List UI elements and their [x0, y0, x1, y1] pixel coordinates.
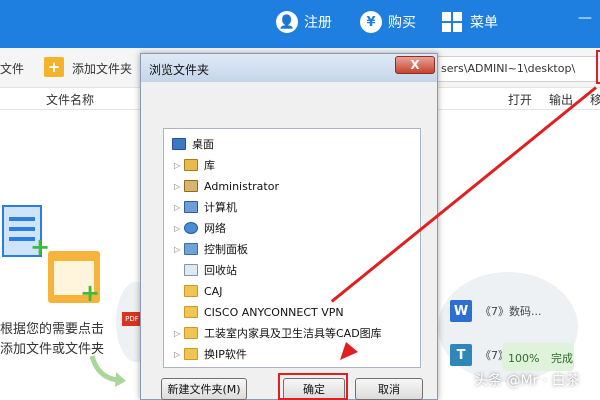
progress-percent: 100%	[508, 352, 540, 365]
yen-icon: ¥	[360, 11, 382, 33]
pdf-icon: PDF	[122, 312, 142, 326]
expand-arrow-icon[interactable]: ▷	[174, 224, 184, 233]
tree-item-computer[interactable]: ▷ 计算机	[174, 197, 237, 217]
dialog-titlebar[interactable]: 浏览文件夹 X	[141, 54, 437, 82]
add-folder-label[interactable]: 添加文件夹	[72, 60, 132, 77]
tree-item-label: 控制面板	[204, 243, 248, 256]
tree-item-control-panel[interactable]: ▷ 控制面板	[174, 239, 248, 259]
dialog-title: 浏览文件夹	[149, 63, 210, 77]
expand-arrow-icon[interactable]: ▷	[174, 161, 184, 170]
output-path-field[interactable]: sers\ADMINI~1\desktop\	[436, 56, 598, 82]
add-folder-plus-icon: +	[80, 279, 101, 307]
register-button[interactable]: 👤 注册	[276, 8, 332, 36]
curved-arrow-icon	[89, 355, 126, 387]
folder-icon	[184, 327, 198, 339]
tree-item-desktop[interactable]: 桌面	[172, 134, 214, 154]
tree-item-administrator[interactable]: ▷ Administrator	[174, 176, 279, 196]
tree-item-label: 换IP软件	[204, 348, 247, 361]
new-folder-button[interactable]: 新建文件夹(M)	[161, 378, 247, 400]
path-highlight-box	[596, 50, 600, 84]
user-icon: 👤	[276, 11, 298, 33]
column-move: 移	[590, 93, 600, 107]
browse-folder-dialog: 浏览文件夹 X 桌面 ▷ 库 ▷ Administrator ▷ 计算机 ▷ 网…	[140, 53, 438, 400]
menu-label: 菜单	[470, 15, 498, 31]
text-doc-icon: T	[450, 344, 472, 366]
user-folder-icon	[184, 180, 198, 192]
expand-arrow-icon[interactable]: ▷	[174, 245, 184, 254]
library-icon	[184, 159, 198, 171]
tree-item-label: CISCO ANYCONNECT VPN	[204, 305, 344, 319]
empty-hint-line1: 根据您的需要点击	[0, 322, 105, 337]
tree-item-label: 回收站	[204, 264, 237, 277]
cancel-button[interactable]: 取消	[355, 378, 423, 400]
buy-button[interactable]: ¥ 购买	[360, 8, 416, 36]
folder-tree[interactable]: 桌面 ▷ 库 ▷ Administrator ▷ 计算机 ▷ 网络 ▷ 控制面板	[163, 128, 421, 368]
tree-item-network[interactable]: ▷ 网络	[174, 218, 226, 238]
expand-arrow-icon[interactable]: ▷	[174, 182, 184, 191]
column-file-name: 文件名称	[46, 93, 95, 107]
minimize-button[interactable]: —	[578, 10, 592, 26]
network-icon	[184, 222, 198, 234]
tree-item-label: CAJ	[204, 284, 223, 298]
list-item[interactable]: W 《7》数码...	[450, 296, 542, 326]
expand-arrow-icon[interactable]: ▷	[174, 203, 184, 212]
control-panel-icon	[184, 243, 198, 255]
folder-icon	[184, 306, 198, 318]
app-header: 👤 注册 ¥ 购买 菜单 —	[0, 0, 600, 48]
expand-arrow-icon[interactable]: ▷	[174, 329, 184, 338]
tree-item-cisco-vpn[interactable]: CISCO ANYCONNECT VPN	[184, 302, 344, 322]
register-label: 注册	[304, 15, 332, 31]
buy-label: 购买	[388, 15, 416, 31]
desktop-icon	[172, 138, 186, 150]
recycle-bin-icon	[184, 264, 198, 276]
tree-item-change-ip[interactable]: ▷ 换IP软件	[174, 344, 247, 364]
tree-item-caj[interactable]: CAJ	[184, 281, 222, 301]
dialog-close-button[interactable]: X	[395, 56, 435, 74]
annotation-arrowhead-icon	[340, 342, 358, 360]
folder-icon	[184, 285, 198, 297]
tree-item-label: Administrator	[204, 179, 279, 193]
tree-item-label: 库	[204, 159, 215, 172]
list-item-title: 《7》数码...	[480, 305, 542, 318]
add-file-plus-icon: +	[30, 233, 51, 261]
expand-arrow-icon[interactable]: ▷	[174, 350, 184, 359]
tree-item-label: 网络	[204, 222, 226, 235]
tree-item-library[interactable]: ▷ 库	[174, 155, 215, 175]
add-folder-icon[interactable]: +	[44, 57, 64, 77]
add-file-label[interactable]: 文件	[0, 60, 24, 77]
tree-item-recycle-bin[interactable]: 回收站	[184, 260, 237, 280]
column-open: 打开	[508, 93, 533, 107]
tree-item-label: 桌面	[192, 138, 214, 151]
grid-menu-icon	[442, 12, 462, 32]
progress-badge: 100% 完成	[502, 343, 574, 371]
ok-highlight-box	[278, 373, 348, 400]
word-doc-icon: W	[450, 300, 472, 322]
empty-state-illustration: + +	[2, 205, 102, 305]
progress-status: 完成	[550, 352, 573, 365]
computer-icon	[184, 201, 198, 213]
watermark: 头条 @Mr · 白茶	[474, 373, 580, 389]
folder-icon	[184, 348, 198, 360]
menu-button[interactable]: 菜单	[442, 8, 498, 36]
tree-item-label: 计算机	[204, 201, 237, 214]
